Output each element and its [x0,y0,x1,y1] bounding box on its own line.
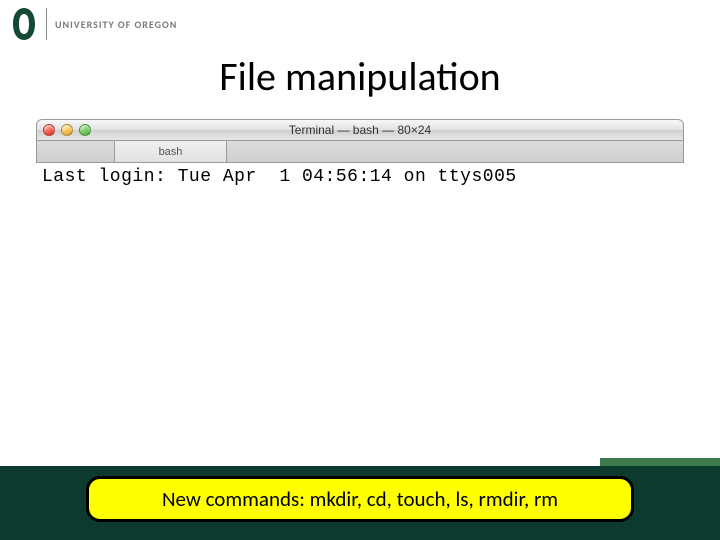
header: UNIVERSITY OF OREGON [0,0,720,46]
zoom-icon[interactable] [79,124,91,136]
terminal-window: Terminal — bash — 80×24 bash Last login:… [36,119,684,191]
commands-callout: New commands: mkdir, cd, touch, ls, rmdi… [86,476,634,522]
terminal-titlebar: Terminal — bash — 80×24 [36,119,684,141]
university-name: UNIVERSITY OF OREGON [55,18,177,31]
close-icon[interactable] [43,124,55,136]
divider [46,8,47,40]
page-title: File manipulation [0,52,720,101]
tab-bash[interactable]: bash [115,141,227,162]
oregon-logo-icon [10,6,38,42]
terminal-tabbar: bash [36,141,684,163]
terminal-body: Last login: Tue Apr 1 04:56:14 on ttys00… [36,163,684,191]
tab-spacer [37,141,115,162]
window-controls [43,124,91,136]
terminal-output-line: Last login: Tue Apr 1 04:56:14 on ttys00… [42,167,678,187]
minimize-icon[interactable] [61,124,73,136]
window-title: Terminal — bash — 80×24 [37,123,683,137]
